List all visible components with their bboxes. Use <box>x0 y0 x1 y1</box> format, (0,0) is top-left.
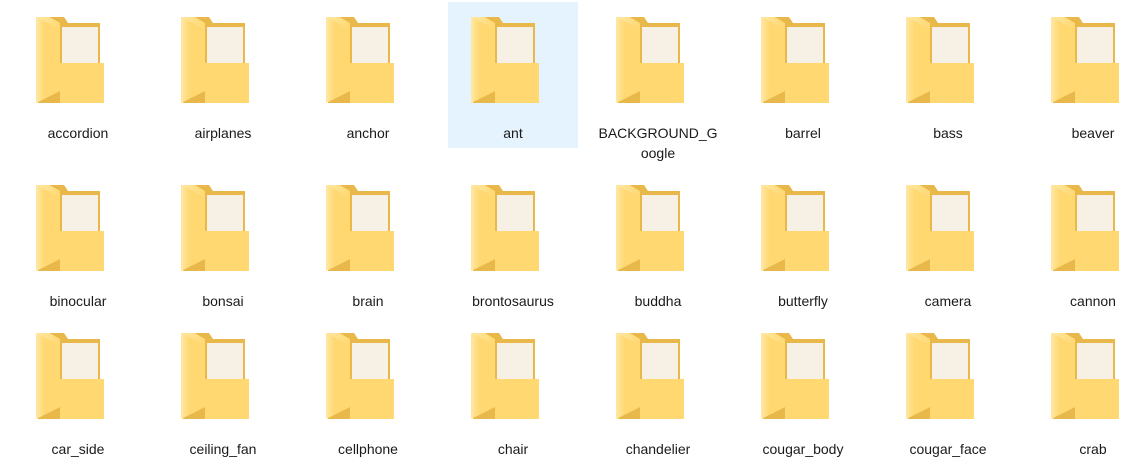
folder-icon <box>761 17 831 107</box>
folder-icon <box>36 17 106 107</box>
folder-item-airplanes[interactable]: airplanes <box>158 2 288 148</box>
folder-icon <box>761 185 831 275</box>
folder-label: camera <box>924 293 972 309</box>
folder-icon <box>906 185 976 275</box>
folder-label: brontosaurus <box>472 293 554 309</box>
folder-label: bass <box>933 125 963 141</box>
folder-item-cougar-body[interactable]: cougar_body <box>738 318 868 464</box>
folder-item-cannon[interactable]: cannon <box>1028 170 1128 316</box>
folder-icon <box>616 185 686 275</box>
folder-icon <box>181 185 251 275</box>
folder-icon <box>1051 185 1121 275</box>
folder-icon <box>326 185 396 275</box>
folder-icon <box>36 185 106 275</box>
folder-icon <box>36 333 106 423</box>
folder-item-buddha[interactable]: buddha <box>593 170 723 316</box>
folder-label: barrel <box>785 125 821 141</box>
folder-label: accordion <box>47 125 109 141</box>
folder-item-brain[interactable]: brain <box>303 170 433 316</box>
folder-label: chandelier <box>625 441 691 457</box>
folder-label: brain <box>352 293 384 309</box>
folder-icon <box>1051 333 1121 423</box>
folder-label: crab <box>1079 441 1107 457</box>
folder-icon <box>181 333 251 423</box>
folder-item-brontosaurus[interactable]: brontosaurus <box>448 170 578 316</box>
folder-item-background-google[interactable]: BACKGROUND_Google <box>593 2 723 167</box>
folder-icon <box>471 185 541 275</box>
folder-item-beaver[interactable]: beaver <box>1028 2 1128 148</box>
folder-icon <box>181 17 251 107</box>
folder-label: binocular <box>49 293 107 309</box>
folder-item-cellphone[interactable]: cellphone <box>303 318 433 464</box>
file-grid: accordion airplanes anchor ant BACKGROUN… <box>0 0 1128 475</box>
folder-label: buddha <box>634 293 682 309</box>
folder-icon <box>906 17 976 107</box>
folder-label: car_side <box>51 441 105 457</box>
folder-label: ant <box>503 125 523 141</box>
folder-item-cougar-face[interactable]: cougar_face <box>883 318 1013 464</box>
folder-label: cellphone <box>338 441 398 457</box>
folder-icon <box>616 17 686 107</box>
folder-label: cougar_body <box>762 441 844 457</box>
folder-icon <box>326 333 396 423</box>
folder-label: airplanes <box>194 125 252 141</box>
folder-icon <box>1051 17 1121 107</box>
folder-icon <box>471 333 541 423</box>
folder-label: cannon <box>1070 293 1116 309</box>
folder-label: cougar_face <box>909 441 987 457</box>
folder-icon <box>616 333 686 423</box>
folder-item-crab[interactable]: crab <box>1028 318 1128 464</box>
folder-item-camera[interactable]: camera <box>883 170 1013 316</box>
folder-icon <box>471 17 541 107</box>
folder-item-binocular[interactable]: binocular <box>13 170 143 316</box>
folder-item-barrel[interactable]: barrel <box>738 2 868 148</box>
folder-label: BACKGROUND_Google <box>598 125 718 161</box>
folder-label: bonsai <box>202 293 244 309</box>
folder-item-chair[interactable]: chair <box>448 318 578 464</box>
folder-item-bonsai[interactable]: bonsai <box>158 170 288 316</box>
folder-label: chair <box>497 441 529 457</box>
folder-label: butterfly <box>778 293 828 309</box>
folder-label: anchor <box>346 125 390 141</box>
folder-item-bass[interactable]: bass <box>883 2 1013 148</box>
folder-label: ceiling_fan <box>189 441 257 457</box>
folder-item-ceiling-fan[interactable]: ceiling_fan <box>158 318 288 464</box>
folder-icon <box>761 333 831 423</box>
folder-item-chandelier[interactable]: chandelier <box>593 318 723 464</box>
folder-item-butterfly[interactable]: butterfly <box>738 170 868 316</box>
folder-icon <box>326 17 396 107</box>
folder-item-accordion[interactable]: accordion <box>13 2 143 148</box>
folder-icon <box>906 333 976 423</box>
folder-item-car-side[interactable]: car_side <box>13 318 143 464</box>
folder-item-ant[interactable]: ant <box>448 2 578 148</box>
folder-label: beaver <box>1071 125 1115 141</box>
folder-item-anchor[interactable]: anchor <box>303 2 433 148</box>
